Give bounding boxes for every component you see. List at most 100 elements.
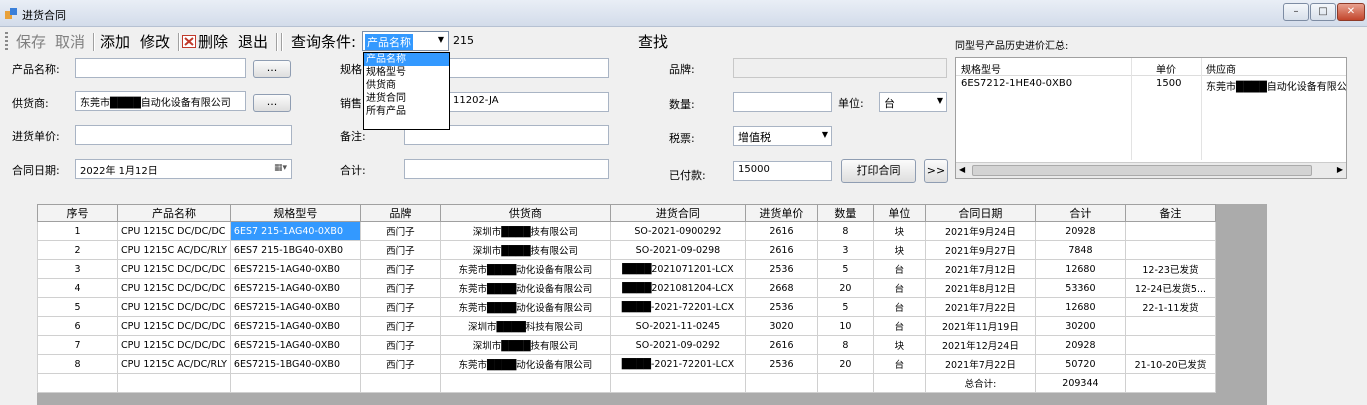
table-cell[interactable]: 2021年12月24日 [924,335,1036,355]
table-cell[interactable]: 6ES7215-1AG40-0XB0 [229,335,361,355]
table-cell[interactable]: 21-10-20已发货 [1124,354,1216,374]
table-cell[interactable]: SO-2021-09-0292 [609,335,746,355]
chevron-down-icon[interactable]: ▼ [438,35,444,44]
table-cell[interactable]: 12680 [1034,297,1126,317]
table-cell[interactable]: 5 [816,259,874,279]
table-cell[interactable]: SO-2021-09-0298 [609,240,746,260]
delete-icon[interactable] [182,35,196,48]
total-field[interactable] [404,159,609,179]
table-cell[interactable]: 10 [816,316,874,336]
column-header[interactable]: 单位 [872,204,926,222]
query-field-combo[interactable]: 产品名称 ▼ [362,31,449,51]
table-cell[interactable]: 2536 [744,259,818,279]
table-cell[interactable]: CPU 1215C AC/DC/RLY [117,240,231,260]
close-button[interactable]: ✕ [1337,3,1365,21]
maximize-button[interactable]: □ [1310,3,1336,21]
history-hscrollbar[interactable]: ◀ ▶ [956,162,1346,178]
minimize-button[interactable]: – [1283,3,1309,21]
cancel-button[interactable]: 取消 [55,31,85,52]
table-cell[interactable]: 深圳市████技有限公司 [439,221,611,241]
table-row[interactable]: 1 CPU 1215C DC/DC/DC 6ES7 215-1AG40-0XB0 西门… [37,221,1216,241]
column-header[interactable]: 进货单价 [744,204,818,222]
contract-date-picker[interactable]: 2022年 1月12日 ▦▾ [75,159,292,179]
column-header[interactable]: 序号 [37,204,118,222]
table-row[interactable]: 2 CPU 1215C AC/DC/RLY 6ES7 215-1BG40-0XB0 西… [37,240,1216,260]
table-row[interactable]: 7 CPU 1215C DC/DC/DC 6ES7215-1AG40-0XB0 西门子… [37,335,1216,355]
table-cell[interactable]: 2668 [744,278,818,298]
unit-select[interactable]: 台 ▼ [879,92,947,112]
table-cell[interactable]: 2021年7月22日 [924,354,1036,374]
scroll-thumb[interactable] [972,165,1312,176]
table-cell[interactable]: ████2021071201-LCX [609,259,746,279]
add-button[interactable]: 添加 [100,31,130,52]
toolbar-grip[interactable] [5,32,8,50]
scroll-left-icon[interactable]: ◀ [959,165,965,174]
table-cell[interactable]: 2536 [744,297,818,317]
table-cell[interactable]: 西门子 [359,259,441,279]
table-row[interactable]: 6 CPU 1215C DC/DC/DC 6ES7215-1AG40-0XB0 西门子… [37,316,1216,336]
table-cell[interactable]: 2021年9月24日 [924,221,1036,241]
table-cell[interactable]: 7848 [1034,240,1126,260]
table-cell[interactable]: CPU 1215C DC/DC/DC [117,316,231,336]
table-cell[interactable]: CPU 1215C AC/DC/RLY [117,354,231,374]
table-cell[interactable]: 2536 [744,354,818,374]
table-cell[interactable]: 台 [872,297,926,317]
table-cell[interactable]: 5 [37,297,118,317]
query-value-input[interactable]: 215 [450,31,636,51]
query-field-dropdown[interactable]: 产品名称 规格型号 供货商 进货合同 所有产品 [363,52,450,130]
table-cell[interactable]: 台 [872,259,926,279]
table-cell[interactable]: 20 [816,278,874,298]
table-cell[interactable]: 6ES7215-1BG40-0XB0 [229,354,361,374]
more-button[interactable]: >> [924,159,948,183]
table-cell[interactable]: 东莞市████动化设备有限公司 [439,354,611,374]
unit-price-field[interactable] [75,125,292,145]
column-header[interactable]: 供货商 [439,204,611,222]
dropdown-option[interactable]: 供货商 [364,79,449,92]
table-cell[interactable]: 6ES7215-1AG40-0XB0 [229,316,361,336]
table-cell[interactable]: CPU 1215C DC/DC/DC [117,259,231,279]
quantity-field[interactable] [733,92,832,112]
table-cell[interactable]: 2616 [744,221,818,241]
table-cell[interactable]: 2021年8月12日 [924,278,1036,298]
table-cell[interactable]: 2 [37,240,118,260]
table-cell[interactable]: 东莞市████动化设备有限公司 [439,278,611,298]
table-cell[interactable]: 6ES7 215-1BG40-0XB0 [229,240,361,260]
column-header[interactable]: 规格型号 [229,204,361,222]
table-cell[interactable]: 3020 [744,316,818,336]
table-cell[interactable]: 深圳市████技有限公司 [439,240,611,260]
table-cell[interactable]: 1 [37,221,118,241]
table-cell[interactable]: 12-23已发货 [1124,259,1216,279]
delete-button[interactable]: 删除 [198,31,228,52]
table-cell[interactable]: 6 [37,316,118,336]
column-header[interactable]: 品牌 [359,204,441,222]
table-cell[interactable]: 深圳市████科技有限公司 [439,316,611,336]
table-cell[interactable]: 20 [816,354,874,374]
dropdown-option[interactable]: 规格型号 [364,66,449,79]
table-cell[interactable]: 台 [872,278,926,298]
column-header[interactable]: 合计 [1034,204,1126,222]
dropdown-option[interactable]: 进货合同 [364,92,449,105]
table-cell[interactable] [1124,240,1216,260]
table-cell[interactable]: 2021年11月19日 [924,316,1036,336]
exit-button[interactable]: 退出 [238,31,268,52]
table-cell[interactable]: 块 [872,240,926,260]
table-cell[interactable]: 块 [872,221,926,241]
table-cell[interactable]: 西门子 [359,316,441,336]
table-cell[interactable]: 3 [816,240,874,260]
table-cell[interactable]: 西门子 [359,278,441,298]
column-header[interactable]: 数量 [816,204,874,222]
column-header[interactable]: 备注 [1124,204,1216,222]
table-cell[interactable]: SO-2021-0900292 [609,221,746,241]
table-cell[interactable]: 西门子 [359,297,441,317]
table-row[interactable]: 5 CPU 1215C DC/DC/DC 6ES7215-1AG40-0XB0 西门子… [37,297,1216,317]
dropdown-option[interactable]: 产品名称 [364,53,449,66]
edit-button[interactable]: 修改 [140,31,170,52]
table-cell[interactable]: 12-24已发货5... [1124,278,1216,298]
table-cell[interactable]: SO-2021-11-0245 [609,316,746,336]
scroll-right-icon[interactable]: ▶ [1337,165,1343,174]
table-cell[interactable]: 4 [37,278,118,298]
paid-field[interactable]: 15000 [733,161,832,181]
table-cell[interactable]: 西门子 [359,221,441,241]
save-button[interactable]: 保存 [16,31,46,52]
chevron-down-icon[interactable]: ▼ [822,130,828,139]
